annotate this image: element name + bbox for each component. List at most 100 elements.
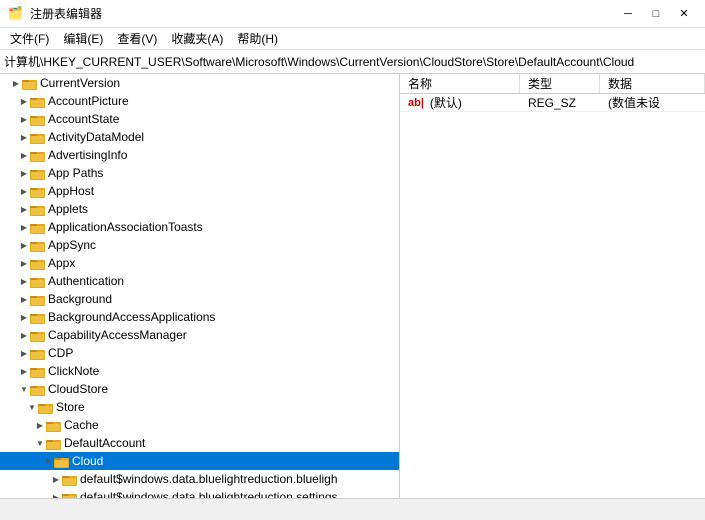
folder-icon: [30, 238, 46, 252]
address-label: 计算机\HKEY_CURRENT_USER\Software\Microsoft…: [4, 53, 634, 70]
tree-item[interactable]: ▶AccountPicture: [0, 92, 399, 110]
tree-arrow-icon[interactable]: ▼: [42, 455, 54, 467]
tree-item[interactable]: ▶ Applets: [0, 200, 399, 218]
tree-item[interactable]: ▶ Background: [0, 290, 399, 308]
folder-icon: [30, 328, 46, 342]
tree-item[interactable]: ▶ AdvertisingInfo: [0, 146, 399, 164]
tree-item-label: CapabilityAccessManager: [48, 328, 187, 342]
right-cell-type: REG_SZ: [520, 96, 600, 110]
tree-item[interactable]: ▶ AppHost: [0, 182, 399, 200]
folder-icon: [30, 148, 46, 162]
tree-item[interactable]: ▶ AccountState: [0, 110, 399, 128]
folder-icon: [30, 346, 46, 360]
folder-icon: [30, 364, 46, 378]
tree-item[interactable]: ▼Cloud: [0, 452, 399, 470]
tree-arrow-icon[interactable]: ▶: [50, 491, 62, 498]
tree-item[interactable]: ▶ default$windows.data.bluelightreduction…: [0, 470, 399, 488]
folder-icon: [30, 166, 46, 180]
menu-item-收藏夹(A)[interactable]: 收藏夹(A): [165, 28, 229, 49]
tree-item[interactable]: ▶ ActivityDataModel: [0, 128, 399, 146]
tree-arrow-icon[interactable]: ▶: [18, 113, 30, 125]
tree-arrow-icon[interactable]: ▶: [18, 95, 30, 107]
tree-arrow-icon[interactable]: ▶: [18, 365, 30, 377]
tree-arrow-icon[interactable]: ▶: [18, 185, 30, 197]
tree-arrow-icon[interactable]: ▶: [18, 293, 30, 305]
tree-item[interactable]: ▼ Store: [0, 398, 399, 416]
col-name: 名称: [400, 74, 520, 93]
folder-icon: [30, 184, 46, 198]
tree-item[interactable]: ▶ Appx: [0, 254, 399, 272]
tree-arrow-icon[interactable]: ▶: [18, 203, 30, 215]
tree-arrow-icon[interactable]: ▶: [18, 311, 30, 323]
tree-item[interactable]: ▶default$windows.data.bluelightreduction…: [0, 488, 399, 498]
tree-item-label: Store: [56, 400, 85, 414]
minimize-button[interactable]: ─: [615, 4, 641, 24]
maximize-button[interactable]: □: [643, 4, 669, 24]
tree-arrow-icon[interactable]: ▶: [18, 221, 30, 233]
tree-item-label: default$windows.data.bluelightreduction.…: [80, 472, 338, 486]
menu-item-帮助(H)[interactable]: 帮助(H): [231, 28, 284, 49]
menu-item-编辑(E)[interactable]: 编辑(E): [57, 28, 109, 49]
folder-icon: [30, 310, 46, 324]
tree-item[interactable]: ▶ ApplicationAssociationToasts: [0, 218, 399, 236]
tree-item-label: Authentication: [48, 274, 124, 288]
tree-item-label: AppHost: [48, 184, 94, 198]
tree-item[interactable]: ▶ClickNote: [0, 362, 399, 380]
tree-arrow-icon[interactable]: ▶: [18, 149, 30, 161]
tree-item-label: Cache: [64, 418, 99, 432]
tree-item-label: App Paths: [48, 166, 103, 180]
tree-arrow-icon[interactable]: ▶: [18, 131, 30, 143]
tree-item-label: AccountState: [48, 112, 119, 126]
menu-item-查看(V)[interactable]: 查看(V): [111, 28, 163, 49]
tree-arrow-icon[interactable]: ▶: [50, 473, 62, 485]
tree-item-label: AdvertisingInfo: [48, 148, 127, 162]
right-table-row[interactable]: ab|(默认)REG_SZ(数值未设: [400, 94, 705, 112]
right-panel-header: 名称 类型 数据: [400, 74, 705, 94]
tree-item-label: BackgroundAccessApplications: [48, 310, 215, 324]
tree-arrow-icon[interactable]: ▶: [18, 347, 30, 359]
tree-item[interactable]: ▼DefaultAccount: [0, 434, 399, 452]
tree-item-label: Appx: [48, 256, 75, 270]
tree-item[interactable]: ▶ CapabilityAccessManager: [0, 326, 399, 344]
folder-icon: [62, 490, 78, 498]
tree-arrow-icon[interactable]: ▶: [18, 167, 30, 179]
tree-item-label: ActivityDataModel: [48, 130, 144, 144]
tree-arrow-icon[interactable]: ▼: [26, 401, 38, 413]
tree-item-label: CurrentVersion: [40, 76, 120, 90]
tree-arrow-icon[interactable]: ▶: [18, 239, 30, 251]
tree-item[interactable]: ▶ BackgroundAccessApplications: [0, 308, 399, 326]
folder-icon: [30, 292, 46, 306]
col-type: 类型: [520, 74, 600, 93]
tree-arrow-icon[interactable]: ▶: [18, 257, 30, 269]
right-cell-data: (数值未设: [600, 94, 705, 111]
tree-item-label: Applets: [48, 202, 88, 216]
tree-item[interactable]: ▶AppSync: [0, 236, 399, 254]
tree-arrow-icon[interactable]: ▶: [10, 77, 22, 89]
menu-bar: 文件(F)编辑(E)查看(V)收藏夹(A)帮助(H): [0, 28, 705, 50]
folder-icon: [30, 256, 46, 270]
tree-item[interactable]: ▶ CurrentVersion: [0, 74, 399, 92]
menu-item-文件(F)[interactable]: 文件(F): [4, 28, 55, 49]
right-table[interactable]: ab|(默认)REG_SZ(数值未设: [400, 94, 705, 498]
tree-item-label: ApplicationAssociationToasts: [48, 220, 203, 234]
folder-icon: [22, 76, 38, 90]
close-button[interactable]: ✕: [671, 4, 697, 24]
tree-item[interactable]: ▶ Authentication: [0, 272, 399, 290]
folder-icon: [30, 202, 46, 216]
tree-arrow-icon[interactable]: ▶: [34, 419, 46, 431]
tree-item-label: Background: [48, 292, 112, 306]
tree-item[interactable]: ▼CloudStore: [0, 380, 399, 398]
tree-arrow-icon[interactable]: ▼: [34, 437, 46, 449]
tree-item[interactable]: ▶ App Paths: [0, 164, 399, 182]
tree-arrow-icon[interactable]: ▶: [18, 275, 30, 287]
tree-arrow-icon[interactable]: ▶: [18, 329, 30, 341]
folder-icon: [46, 418, 62, 432]
tree-panel[interactable]: ▶CurrentVersion▶AccountPicture▶AccountSt…: [0, 74, 400, 498]
tree-arrow-icon[interactable]: ▼: [18, 383, 30, 395]
app-icon: 🗂️: [8, 6, 24, 22]
tree-item[interactable]: ▶ Cache: [0, 416, 399, 434]
folder-icon: [46, 436, 62, 450]
folder-icon: [30, 112, 46, 126]
title-text: 注册表编辑器: [30, 5, 102, 22]
tree-item[interactable]: ▶CDP: [0, 344, 399, 362]
